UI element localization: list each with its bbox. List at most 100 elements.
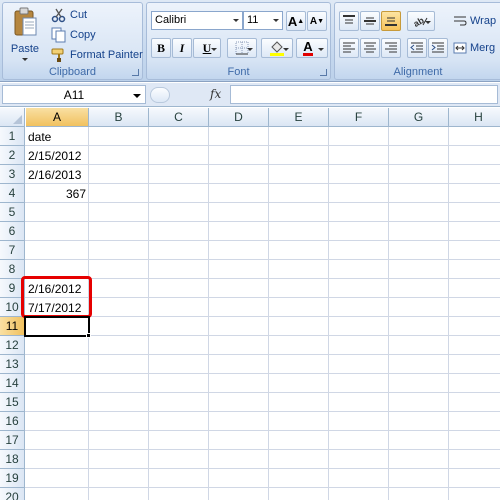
increase-indent-icon — [431, 42, 445, 54]
wrap-text-button[interactable]: Wrap — [453, 12, 496, 30]
column-header-g[interactable]: G — [389, 108, 449, 127]
name-box-value: A11 — [63, 88, 85, 102]
row-header-2[interactable]: 2 — [0, 146, 25, 165]
bold-button[interactable]: B — [151, 38, 171, 58]
borders-button[interactable] — [227, 38, 257, 58]
merge-center-button[interactable]: Merg — [453, 39, 495, 57]
align-top-icon — [342, 15, 356, 27]
fill-color-button[interactable] — [261, 38, 293, 58]
gridline-horizontal — [25, 392, 500, 393]
font-color-label: A — [303, 39, 313, 56]
row-header-4[interactable]: 4 — [0, 184, 25, 203]
font-size-select[interactable]: 11 — [243, 11, 283, 30]
gridline-horizontal — [25, 430, 500, 431]
paste-button[interactable]: Paste — [7, 5, 43, 63]
clipboard-group-label: Clipboard — [48, 66, 97, 78]
increase-indent-button[interactable] — [428, 38, 448, 58]
column-header-f[interactable]: F — [329, 108, 389, 127]
insert-function-button[interactable]: fx — [210, 87, 221, 101]
align-right-button[interactable] — [381, 38, 401, 58]
row-header-18[interactable]: 18 — [0, 450, 25, 469]
gridline-horizontal — [25, 240, 500, 241]
row-header-5[interactable]: 5 — [0, 203, 25, 222]
copy-button[interactable]: Copy — [51, 26, 96, 44]
font-size-value: 11 — [247, 14, 259, 26]
highlight-annotation — [21, 276, 92, 318]
row-header-13[interactable]: 13 — [0, 355, 25, 374]
row-header-12[interactable]: 12 — [0, 336, 25, 355]
font-color-button[interactable]: A — [296, 38, 328, 58]
excel-window: Paste Cut Copy Format Painter Clipboard … — [0, 0, 500, 500]
row-header-3[interactable]: 3 — [0, 165, 25, 184]
gridline-horizontal — [25, 487, 500, 488]
gridline-horizontal — [25, 259, 500, 260]
name-box-dropdown-icon — [133, 94, 141, 98]
row-header-17[interactable]: 17 — [0, 431, 25, 450]
decrease-indent-button[interactable] — [407, 38, 427, 58]
gridline-horizontal — [25, 297, 500, 298]
cell-a3[interactable]: 2/16/2013 — [26, 166, 88, 184]
shrink-font-button[interactable]: A ▼ — [307, 11, 327, 31]
grow-font-arrow-icon: ▲ — [297, 17, 305, 25]
merge-icon — [453, 41, 467, 55]
gridline-horizontal — [25, 335, 500, 336]
column-header-c[interactable]: C — [149, 108, 209, 127]
font-launcher-icon[interactable] — [320, 69, 327, 76]
row-header-1[interactable]: 1 — [0, 127, 25, 146]
align-left-icon — [342, 42, 356, 54]
align-middle-button[interactable] — [360, 11, 380, 31]
align-middle-icon — [363, 15, 377, 27]
gridline-horizontal — [25, 354, 500, 355]
font-name-value: Calibri — [155, 14, 187, 26]
gridline-horizontal — [25, 468, 500, 469]
row-header-19[interactable]: 19 — [0, 469, 25, 488]
column-header-b[interactable]: B — [89, 108, 149, 127]
row-header-14[interactable]: 14 — [0, 374, 25, 393]
gridline-horizontal — [25, 145, 500, 146]
align-top-button[interactable] — [339, 11, 359, 31]
grow-font-button[interactable]: A ▲ — [286, 11, 306, 31]
align-bottom-icon — [384, 15, 398, 27]
align-bottom-button[interactable] — [381, 11, 401, 31]
font-name-select[interactable]: Calibri — [151, 11, 243, 30]
column-header-a[interactable]: A — [26, 108, 89, 127]
row-header-15[interactable]: 15 — [0, 393, 25, 412]
align-left-button[interactable] — [339, 38, 359, 58]
formula-bar: A11 fx — [0, 83, 500, 107]
ribbon: Paste Cut Copy Format Painter Clipboard … — [0, 0, 500, 82]
italic-button[interactable]: I — [172, 38, 192, 58]
cell-a1[interactable]: date — [26, 128, 88, 146]
cut-button[interactable]: Cut — [51, 6, 87, 24]
formula-input[interactable] — [230, 85, 498, 104]
bold-label: B — [156, 40, 165, 55]
format-painter-button[interactable]: Format Painter — [51, 46, 143, 64]
cell-a4[interactable]: 367 — [26, 185, 88, 203]
select-all-button[interactable] — [0, 108, 25, 127]
fill-handle[interactable] — [86, 333, 91, 338]
grow-font-label: A — [287, 13, 298, 29]
row-header-11[interactable]: 11 — [0, 317, 25, 336]
align-right-icon — [384, 42, 398, 54]
merge-label: Merg — [470, 42, 496, 54]
shrink-font-arrow-icon: ▼ — [317, 17, 325, 25]
active-cell-a11[interactable] — [24, 316, 90, 337]
align-center-icon — [363, 42, 377, 54]
gridline-horizontal — [25, 221, 500, 222]
name-box[interactable]: A11 — [2, 85, 146, 104]
column-header-d[interactable]: D — [209, 108, 269, 127]
alignment-group-label: Alignment — [393, 66, 443, 78]
orientation-button[interactable]: ab — [407, 11, 435, 31]
font-group-label: Font — [227, 66, 250, 78]
underline-button[interactable]: U — [193, 38, 221, 58]
column-header-h[interactable]: H — [449, 108, 500, 127]
cell-a2[interactable]: 2/15/2012 — [26, 147, 88, 165]
align-center-button[interactable] — [360, 38, 380, 58]
column-header-e[interactable]: E — [269, 108, 329, 127]
formula-bar-divider — [150, 87, 170, 103]
row-header-20[interactable]: 20 — [0, 488, 25, 500]
clipboard-launcher-icon[interactable] — [132, 69, 139, 76]
row-header-16[interactable]: 16 — [0, 412, 25, 431]
worksheet-grid[interactable]: ABCDEFGH 1 2 3 4 5 6 7 8 9 10 11 12 13 14 15 16 17 18 19 20… — [0, 108, 500, 500]
row-header-6[interactable]: 6 — [0, 222, 25, 241]
row-header-7[interactable]: 7 — [0, 241, 25, 260]
